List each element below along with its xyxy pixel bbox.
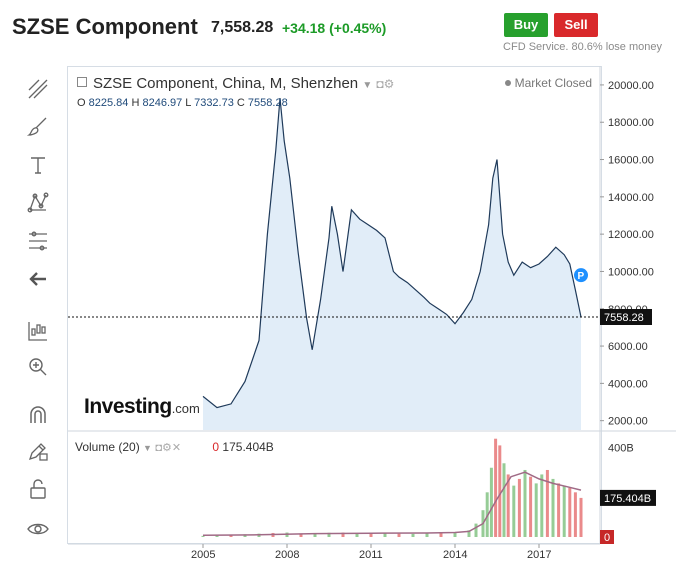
market-status: Market Closed — [504, 76, 592, 90]
logo-text: Investing — [84, 395, 172, 418]
volume-bar — [201, 535, 205, 537]
volume-bar — [568, 487, 572, 537]
p-badge-label: P — [578, 271, 585, 282]
ohlc-values: O 8225.84 H 8246.97 L 7332.73 C 7558.28 — [77, 97, 288, 109]
volume-last-label: 175.404B — [604, 493, 651, 505]
y-tick-label: 2000.00 — [608, 416, 648, 428]
volume-zero-label: 0 — [604, 532, 610, 544]
volume-bar — [540, 474, 544, 537]
volume-bar — [512, 485, 516, 537]
investing-logo: Investing.com — [84, 395, 200, 419]
volume-bar — [523, 469, 527, 537]
low-label: L — [185, 97, 192, 109]
volume-bar — [551, 478, 555, 537]
y-tick-label: 14000.00 — [608, 192, 654, 204]
chart-title: SZSE Component, China, M, Shenzhen — [93, 75, 359, 92]
volume-bar — [474, 523, 478, 537]
open-label: O — [77, 97, 86, 109]
volume-settings-icon[interactable]: ◘⚙✕ — [155, 442, 181, 454]
volume-bar — [579, 497, 583, 537]
volume-bar — [397, 533, 401, 537]
y-tick-label: 18000.00 — [608, 117, 654, 129]
volume-bar — [529, 476, 533, 537]
volume-bar — [534, 483, 538, 537]
chart-legend-title: SZSE Component, China, M, Shenzhen ▼ ◘⚙ — [77, 75, 394, 92]
y-tick-label: 6000.00 — [608, 341, 648, 353]
close-label: C — [236, 97, 245, 109]
x-tick-label: 2008 — [275, 549, 299, 561]
collapse-icon[interactable] — [77, 77, 87, 87]
volume-bar — [517, 478, 521, 537]
logo-suffix: .com — [171, 401, 200, 416]
chevron-down-icon[interactable]: ▼ — [362, 80, 372, 91]
market-status-text: Market Closed — [514, 76, 592, 90]
volume-bar — [573, 492, 577, 537]
x-tick-label: 2014 — [443, 549, 467, 561]
y-tick-label: 4000.00 — [608, 378, 648, 390]
x-tick-label: 2005 — [191, 549, 215, 561]
close-value: 7558.28 — [247, 97, 288, 109]
volume-bar — [494, 438, 498, 537]
volume-bar — [383, 533, 387, 537]
volume-bar — [498, 445, 502, 537]
volume-bar — [502, 463, 506, 537]
status-dot-icon — [504, 80, 511, 86]
volume-bar — [489, 467, 493, 537]
y-tick-label: 20000.00 — [608, 80, 654, 92]
chevron-down-icon[interactable]: ▼ — [143, 443, 152, 453]
volume-legend: Volume (20) ▼ ◘⚙✕ 0 175.404B — [75, 440, 274, 454]
x-tick-label: 2017 — [527, 549, 551, 561]
volume-label: Volume (20) — [75, 440, 140, 454]
volume-value: 175.404B — [222, 440, 274, 454]
last-price-label: 7558.28 — [604, 312, 644, 324]
y-tick-label: 10000.00 — [608, 266, 654, 278]
y-tick-label: 16000.00 — [608, 155, 654, 167]
volume-zero-value: 0 — [212, 440, 220, 454]
high-label: H — [131, 97, 140, 109]
volume-bar — [557, 483, 561, 537]
volume-bar — [562, 485, 566, 537]
volume-bar — [411, 533, 415, 537]
volume-bar — [215, 535, 219, 537]
open-value: 8225.84 — [88, 97, 129, 109]
settings-icon[interactable]: ◘⚙ — [376, 77, 394, 91]
x-tick-label: 2011 — [359, 549, 383, 561]
y-tick-label: 12000.00 — [608, 229, 654, 241]
volume-bar — [545, 469, 549, 537]
volume-y-tick-label: 400B — [608, 443, 634, 455]
high-value: 8246.97 — [142, 97, 183, 109]
low-value: 7332.73 — [194, 97, 234, 109]
